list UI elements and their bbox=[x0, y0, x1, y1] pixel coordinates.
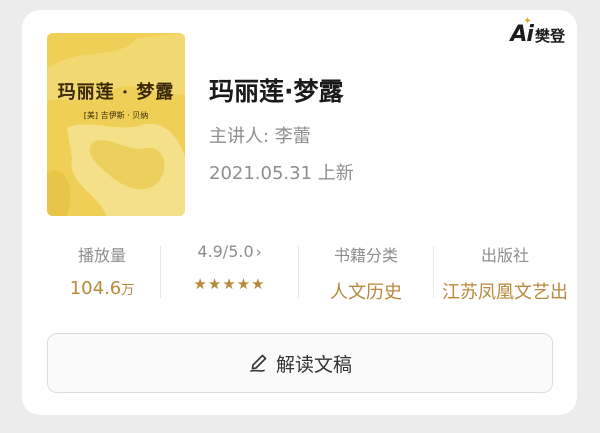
publisher-value: 江苏凤凰文艺出 bbox=[442, 282, 568, 302]
cover-author: [美] 吉伊斯 · 贝纳 bbox=[83, 111, 149, 120]
book-cover[interactable]: 玛丽莲 · 梦露 [美] 吉伊斯 · 贝纳 bbox=[47, 33, 185, 216]
brand-name: 樊登 bbox=[534, 27, 565, 45]
chevron-right-icon: › bbox=[255, 243, 262, 261]
stats-row: 播放量 104.6万 4.9/5.0 › ★★★★★ 书籍分类 人文历史 出版社 … bbox=[44, 242, 577, 303]
publisher-label: 出版社 bbox=[480, 246, 529, 265]
book-card: Ai ✦ 樊登 玛丽莲 · 梦露 [美] 吉伊斯 · 贝纳 玛丽莲·梦露 主讲人:… bbox=[22, 10, 577, 415]
read-transcript-label: 解读文稿 bbox=[275, 353, 352, 376]
stat-rating[interactable]: 4.9/5.0 › ★★★★★ bbox=[161, 242, 298, 302]
cover-title: 玛丽莲 · 梦露 bbox=[57, 82, 175, 103]
stat-publisher[interactable]: 出版社 江苏凤凰文艺出 bbox=[434, 242, 576, 302]
book-title: 玛丽莲·梦露 bbox=[209, 77, 344, 106]
brand-logo: Ai ✦ 樊登 bbox=[510, 16, 565, 47]
category-value: 人文历史 bbox=[330, 282, 402, 303]
read-transcript-button[interactable]: 解读文稿 bbox=[47, 333, 553, 393]
release-date: 2021.05.31 上新 bbox=[209, 163, 354, 184]
manuscript-pen-icon bbox=[250, 354, 267, 372]
stat-plays: 播放量 104.6万 bbox=[44, 242, 160, 302]
rating-label: 4.9/5.0 › bbox=[197, 242, 262, 261]
plays-value: 104.6万 bbox=[69, 278, 135, 299]
plays-label: 播放量 bbox=[77, 246, 126, 265]
stat-category[interactable]: 书籍分类 人文历史 bbox=[299, 242, 433, 303]
rating-stars: ★★★★★ bbox=[193, 275, 266, 293]
category-label: 书籍分类 bbox=[333, 246, 398, 265]
brand-ai-mark: Ai ✦ bbox=[510, 16, 534, 47]
lecturer: 主讲人: 李蕾 bbox=[209, 126, 311, 147]
cover-artwork bbox=[47, 33, 185, 216]
